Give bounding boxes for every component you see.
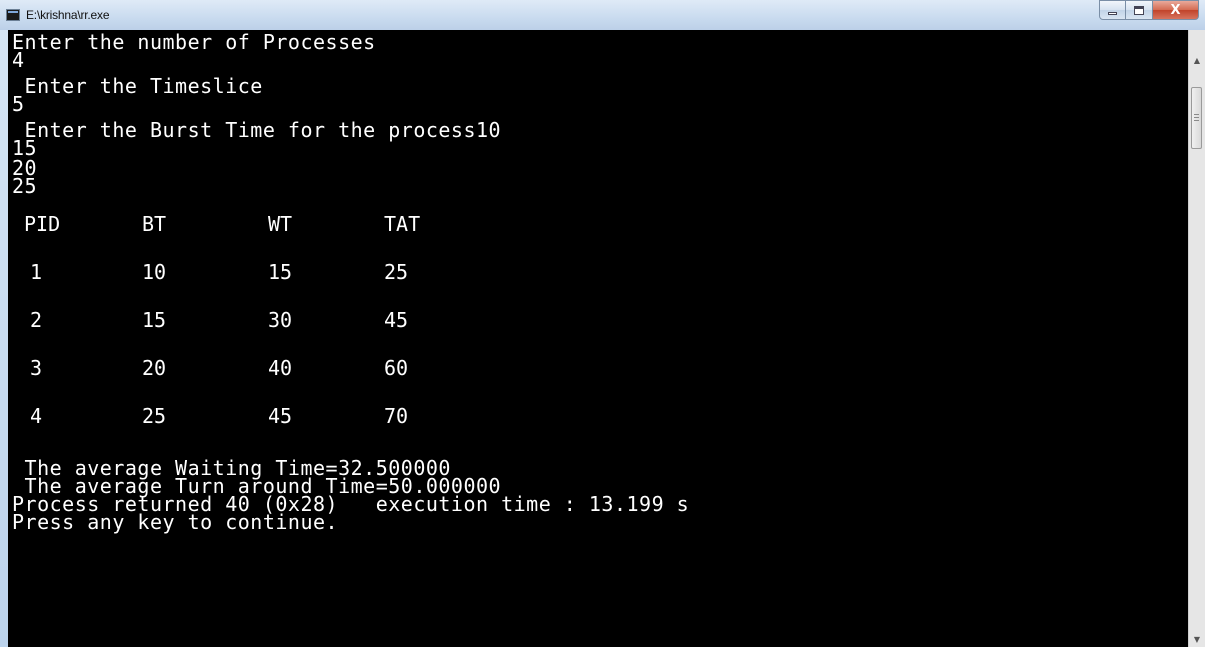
console-line: Press any key to continue.: [12, 510, 339, 534]
close-icon: X: [1170, 2, 1181, 18]
table-header-tat: TAT: [384, 212, 421, 236]
vertical-scrollbar[interactable]: ▲ ▼: [1188, 30, 1205, 647]
table-cell: 15: [142, 308, 167, 332]
table-cell: 25: [142, 404, 167, 428]
table-cell: 1: [30, 260, 43, 284]
table-cell: 45: [268, 404, 293, 428]
table-cell: 15: [268, 260, 293, 284]
console-output[interactable]: Enter the number of Processes 4 Enter th…: [8, 30, 1188, 647]
table-header-pid: PID: [24, 212, 61, 236]
table-header-wt: WT: [268, 212, 293, 236]
console-line: 5: [12, 92, 25, 116]
scroll-down-arrow-icon[interactable]: ▼: [1189, 631, 1205, 647]
console-line: Enter the Burst Time for the process10: [12, 118, 502, 142]
window-controls: X: [1099, 0, 1199, 22]
table-cell: 10: [142, 260, 167, 284]
maximize-icon: [1134, 5, 1144, 15]
table-cell: 70: [384, 404, 409, 428]
table-cell: 25: [384, 260, 409, 284]
table-cell: 30: [268, 308, 293, 332]
grip-icon: [1194, 114, 1199, 121]
table-cell: 20: [142, 356, 167, 380]
close-button[interactable]: X: [1153, 0, 1199, 20]
minimize-icon: [1108, 11, 1117, 15]
console-line: Enter the Timeslice: [12, 74, 263, 98]
table-cell: 4: [30, 404, 43, 428]
table-cell: 40: [268, 356, 293, 380]
table-cell: 2: [30, 308, 43, 332]
table-cell: 45: [384, 308, 409, 332]
maximize-button[interactable]: [1126, 0, 1153, 20]
console-window: E:\krishna\rr.exe X Enter the number of …: [0, 0, 1205, 647]
table-cell: 3: [30, 356, 43, 380]
scrollbar-thumb[interactable]: [1191, 87, 1202, 149]
console-line: 4: [12, 48, 25, 72]
scroll-up-arrow-icon[interactable]: ▲: [1189, 52, 1205, 68]
console-line: Enter the number of Processes: [12, 30, 376, 54]
console-line: 15: [12, 136, 38, 160]
title-bar[interactable]: E:\krishna\rr.exe X: [0, 0, 1205, 30]
table-header-bt: BT: [142, 212, 167, 236]
table-cell: 60: [384, 356, 409, 380]
console-app-icon[interactable]: [6, 9, 20, 21]
window-title: E:\krishna\rr.exe: [26, 8, 110, 22]
minimize-button[interactable]: [1099, 0, 1126, 20]
console-line: 25: [12, 174, 38, 198]
